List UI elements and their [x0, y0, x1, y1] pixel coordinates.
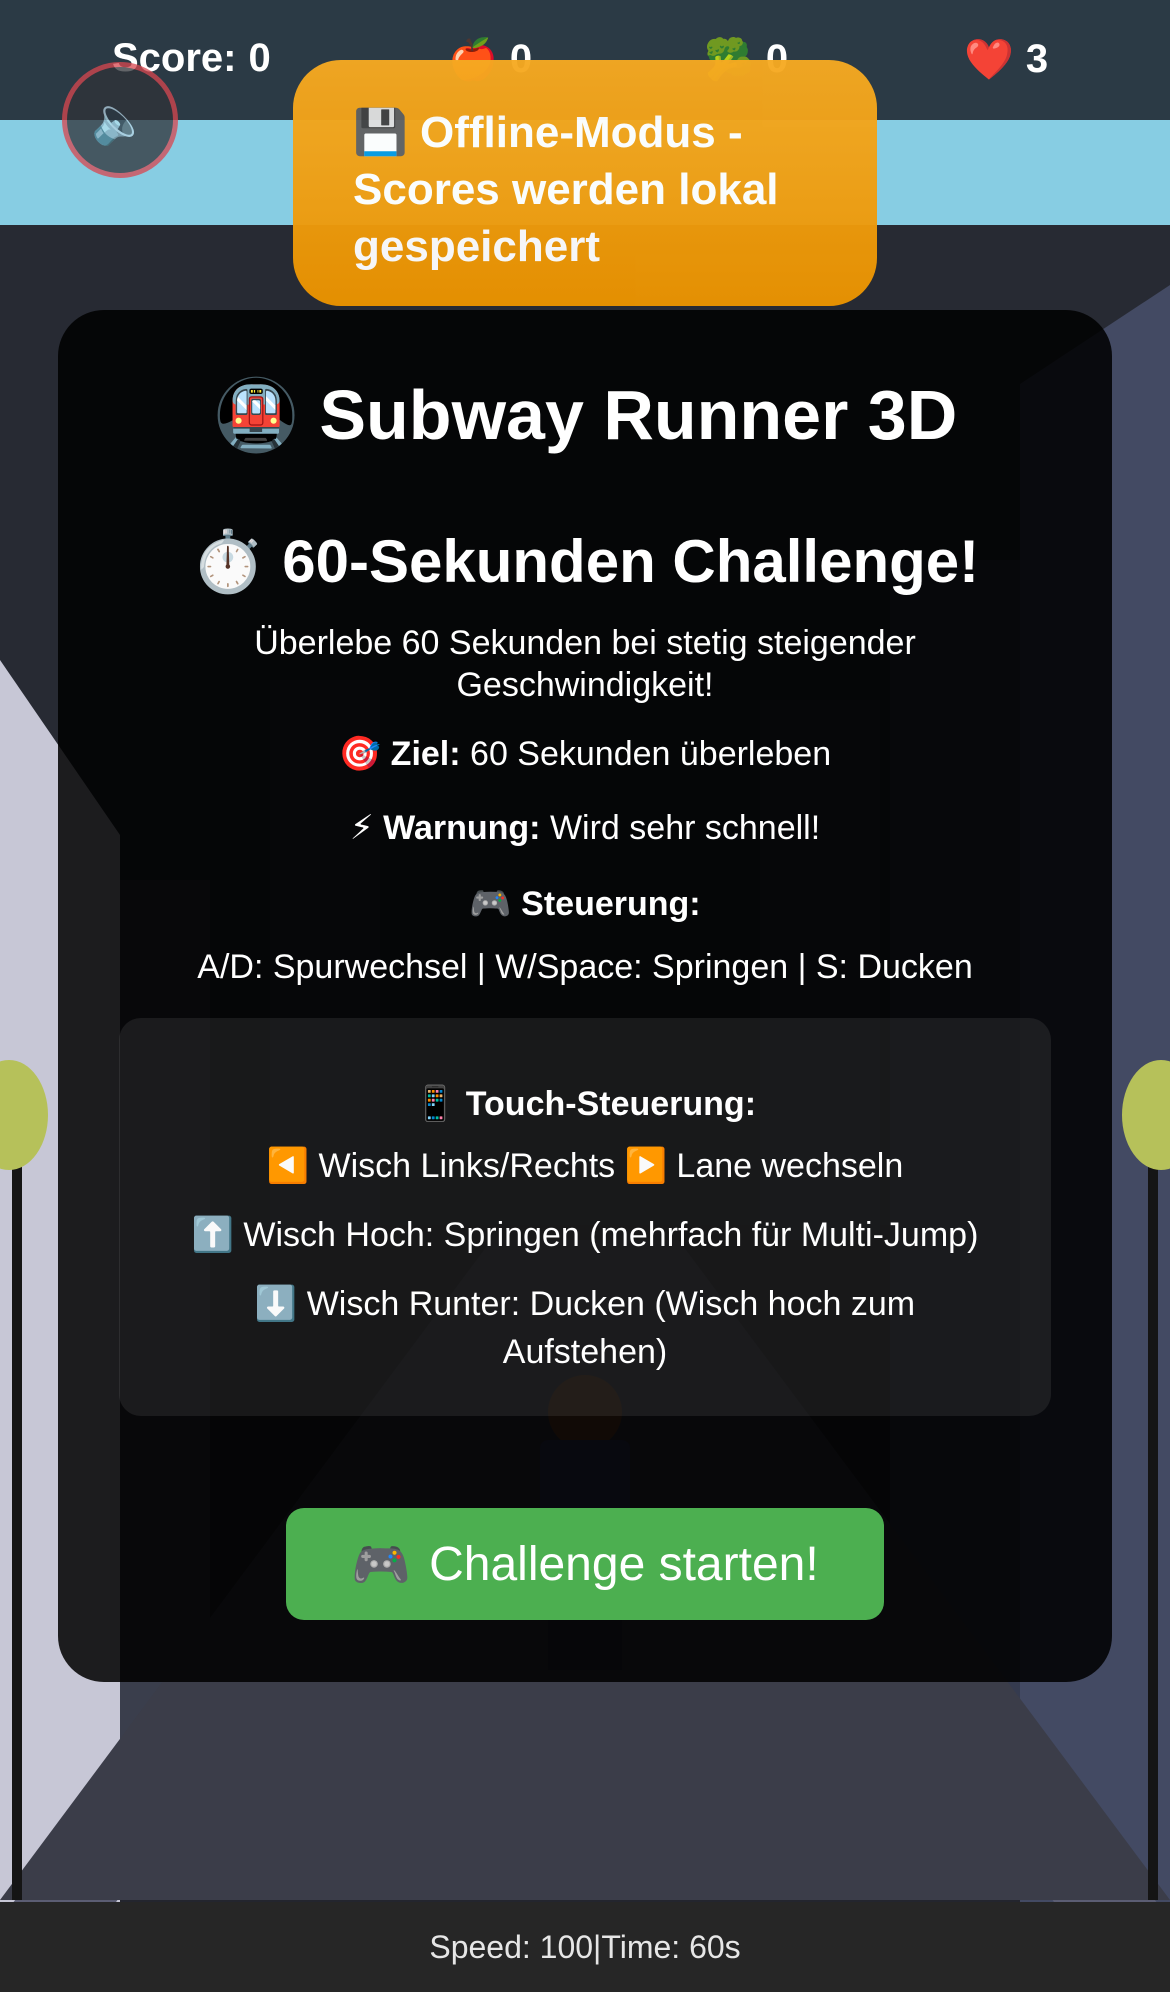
lives-counter: ❤️ 3: [964, 36, 1048, 83]
score-value: 0: [248, 36, 271, 80]
swipe-left-right-line: ◀️ Wisch Links/Rechts ▶️ Lane wechseln: [119, 1142, 1051, 1190]
game-title-text: Subway Runner 3D: [319, 376, 958, 454]
stopwatch-icon: ⏱️: [190, 527, 266, 597]
gamepad-icon: 🎮: [469, 884, 512, 924]
touch-controls-heading: 📱 Touch-Steuerung:: [119, 1084, 1051, 1124]
lane-change-text: Lane wechseln: [676, 1147, 904, 1185]
swipe-left-right-text: Wisch Links/Rechts: [318, 1147, 616, 1185]
goal-label: Ziel:: [390, 735, 461, 773]
swipe-down-text: Wisch Runter: Ducken (Wisch hoch zum Auf…: [306, 1285, 916, 1371]
street-lamp: [12, 1110, 22, 1900]
target-icon: 🎯: [338, 734, 382, 774]
goal-text: 60 Sekunden überleben: [470, 735, 832, 773]
lightning-icon: ⚡: [349, 808, 374, 848]
touch-controls-box: 📱 Touch-Steuerung: ◀️ Wisch Links/Rechts…: [119, 1018, 1051, 1416]
swipe-up-text: Wisch Hoch: Springen (mehrfach für Multi…: [243, 1216, 979, 1254]
speaker-muted-icon: 🔈: [91, 92, 149, 147]
challenge-heading-text: 60-Sekunden Challenge!: [282, 528, 980, 595]
lives-count: 3: [1025, 37, 1049, 81]
start-challenge-button[interactable]: 🎮 Challenge starten!: [286, 1508, 884, 1620]
arrow-up-icon: ⬆️: [191, 1215, 234, 1255]
keyboard-controls: A/D: Spurwechsel | W/Space: Springen | S…: [197, 948, 973, 986]
warning-line: ⚡ Warnung: Wird sehr schnell!: [58, 808, 1112, 848]
metro-icon: 🚇: [212, 374, 300, 456]
touch-controls-label: Touch-Steuerung:: [465, 1085, 757, 1123]
controls-heading: 🎮 Steuerung:: [58, 884, 1112, 924]
arrow-left-icon: ◀️: [266, 1146, 310, 1186]
arrow-down-icon: ⬇️: [254, 1284, 298, 1324]
floppy-disk-icon: 💾: [353, 107, 408, 158]
warning-text: Wird sehr schnell!: [549, 809, 821, 847]
swipe-down-line: ⬇️ Wisch Runter: Ducken (Wisch hoch zum …: [229, 1280, 941, 1376]
heart-icon: ❤️: [964, 37, 1014, 83]
challenge-heading: ⏱️ 60-Sekunden Challenge!: [58, 526, 1112, 597]
controls-label: Steuerung:: [521, 885, 701, 923]
gamepad-icon: 🎮: [351, 1536, 412, 1593]
speed-time-readout: Speed: 100|Time: 60s: [429, 1929, 741, 1965]
offline-banner-text: Offline-Modus - Scores werden lokal gesp…: [353, 108, 779, 271]
offline-banner: 💾 Offline-Modus - Scores werden lokal ge…: [293, 60, 877, 306]
game-title: 🚇 Subway Runner 3D: [58, 374, 1112, 457]
status-bar: Speed: 100|Time: 60s: [0, 1902, 1170, 1992]
warning-label: Warnung:: [383, 809, 541, 847]
challenge-description: Überlebe 60 Sekunden bei stetig steigend…: [254, 624, 916, 704]
mobile-phone-icon: 📱: [413, 1084, 457, 1124]
start-panel: 🚇 Subway Runner 3D ⏱️ 60-Sekunden Challe…: [58, 310, 1112, 1682]
start-challenge-label: Challenge starten!: [429, 1537, 819, 1591]
street-lamp: [1148, 1110, 1158, 1900]
arrow-right-icon: ▶️: [624, 1146, 667, 1186]
swipe-up-line: ⬆️ Wisch Hoch: Springen (mehrfach für Mu…: [119, 1211, 1051, 1259]
mute-button[interactable]: 🔈: [62, 62, 178, 178]
goal-line: 🎯 Ziel: 60 Sekunden überleben: [58, 734, 1112, 774]
